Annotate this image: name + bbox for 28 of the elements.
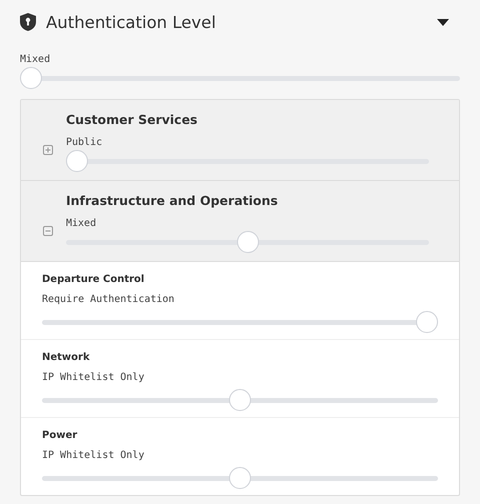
slider-thumb[interactable] [236, 231, 258, 253]
item-name: Power [42, 430, 78, 441]
expand-icon[interactable] [43, 145, 53, 155]
level-value: Mixed [20, 54, 52, 65]
collapse-icon[interactable] [43, 226, 53, 236]
slider-thumb[interactable] [20, 67, 42, 89]
level-value: IP Whitelist Only [42, 450, 146, 461]
slider-thumb[interactable] [66, 150, 88, 172]
slider[interactable] [20, 67, 460, 89]
group-name: Customer Services [66, 112, 199, 127]
caret-icon[interactable] [437, 18, 449, 26]
slider[interactable] [42, 467, 438, 489]
item-name: Departure Control [42, 274, 146, 285]
slider[interactable] [42, 389, 438, 411]
slider-thumb[interactable] [229, 467, 251, 489]
slider-thumb[interactable] [416, 311, 438, 333]
level-value: IP Whitelist Only [42, 372, 146, 383]
level-value: Require Authentication [42, 294, 176, 305]
level-value: Public [66, 137, 104, 148]
slider[interactable] [66, 150, 429, 172]
section-title: Authentication Level [46, 12, 217, 32]
item-name: Network [42, 352, 91, 363]
shield-lock-icon [20, 13, 36, 31]
slider[interactable] [66, 231, 429, 253]
level-value: Mixed [66, 218, 98, 229]
slider-thumb[interactable] [229, 389, 251, 411]
group-name: Infrastructure and Operations [66, 193, 279, 208]
slider[interactable] [42, 311, 438, 333]
